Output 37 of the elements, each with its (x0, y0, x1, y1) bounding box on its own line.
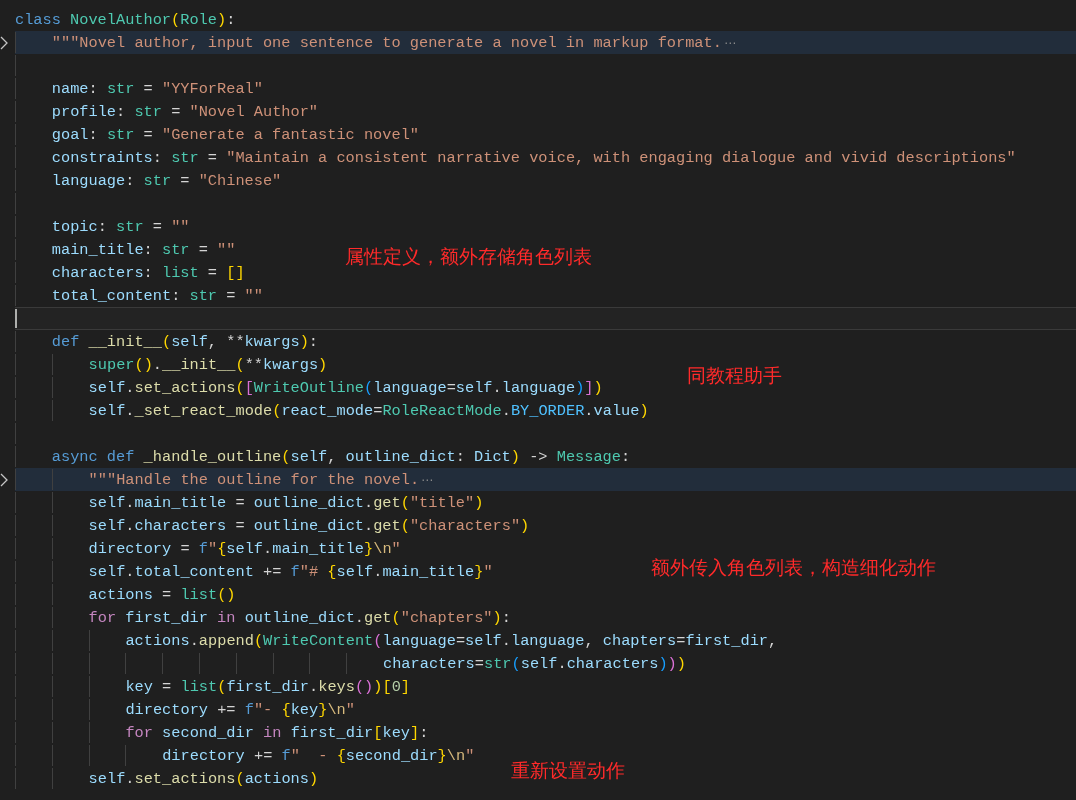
code-line: topic: str = "" (51, 217, 190, 236)
code-line: """Novel author, input one sentence to generate a novel in markup format.⋯ (51, 33, 736, 52)
code-line: language: str = "Chinese" (51, 171, 282, 190)
text-cursor (15, 309, 17, 328)
chevron-icon[interactable] (0, 35, 8, 50)
code-line: characters=str(self.characters))) (383, 654, 686, 673)
code-line: self._set_react_mode(react_mode=RoleReactMode.BY_ORDER.value) (88, 401, 649, 420)
code-line: directory = f"{self.main_title}\n" (88, 539, 401, 558)
code-line: directory += f"- {key}\n" (125, 700, 355, 719)
code-line: super().__init__(**kwargs) (88, 355, 328, 374)
chevron-icon[interactable] (0, 472, 8, 487)
code-line: total_content: str = "" (51, 286, 263, 305)
code-line: actions = list() (88, 585, 236, 604)
code-line: async def _handle_outline(self, outline_dict: Dict) -> Message: (51, 447, 631, 466)
code-line: profile: str = "Novel Author" (51, 102, 319, 121)
code-line: key = list(first_dir.keys())[0] (125, 677, 411, 696)
code-line: """Handle the outline for the novel.⋯ (88, 470, 434, 489)
annotation-text: 额外传入角色列表，构造细化动作 (651, 555, 936, 580)
code-line: characters: list = [] (51, 263, 245, 282)
code-line: self.main_title = outline_dict.get("title") (88, 493, 484, 512)
annotation-text: 重新设置动作 (511, 758, 625, 783)
annotation-text: 同教程助手 (687, 363, 782, 388)
code-line: name: str = "YYForReal" (51, 79, 263, 98)
code-line: self.set_actions([WriteOutline(language=self.language)]) (88, 378, 603, 397)
code-line: class NovelAuthor(Role): (15, 10, 236, 29)
code-line: actions.append(WriteContent(language=self.language, chapters=first_dir, (125, 631, 778, 650)
code-line: main_title: str = "" (51, 240, 236, 259)
code-line: def __init__(self, **kwargs): (51, 332, 319, 351)
code-line: constraints: str = "Maintain a consistent narrative voice, with engaging dialogue and vivid descriptions" (51, 148, 1016, 167)
code-line: self.total_content += f"# {self.main_title}" (88, 562, 493, 581)
code-line: goal: str = "Generate a fantastic novel" (51, 125, 419, 144)
code-line: for second_dir in first_dir[key]: (125, 723, 429, 742)
code-line: self.set_actions(actions) (88, 769, 319, 788)
annotation-text: 属性定义，额外存储角色列表 (345, 244, 592, 269)
code-line: self.characters = outline_dict.get("characters") (88, 516, 530, 535)
code-line: for first_dir in outline_dict.get("chapters"): (88, 608, 511, 627)
code-line: directory += f" - {second_dir}\n" (162, 746, 475, 765)
